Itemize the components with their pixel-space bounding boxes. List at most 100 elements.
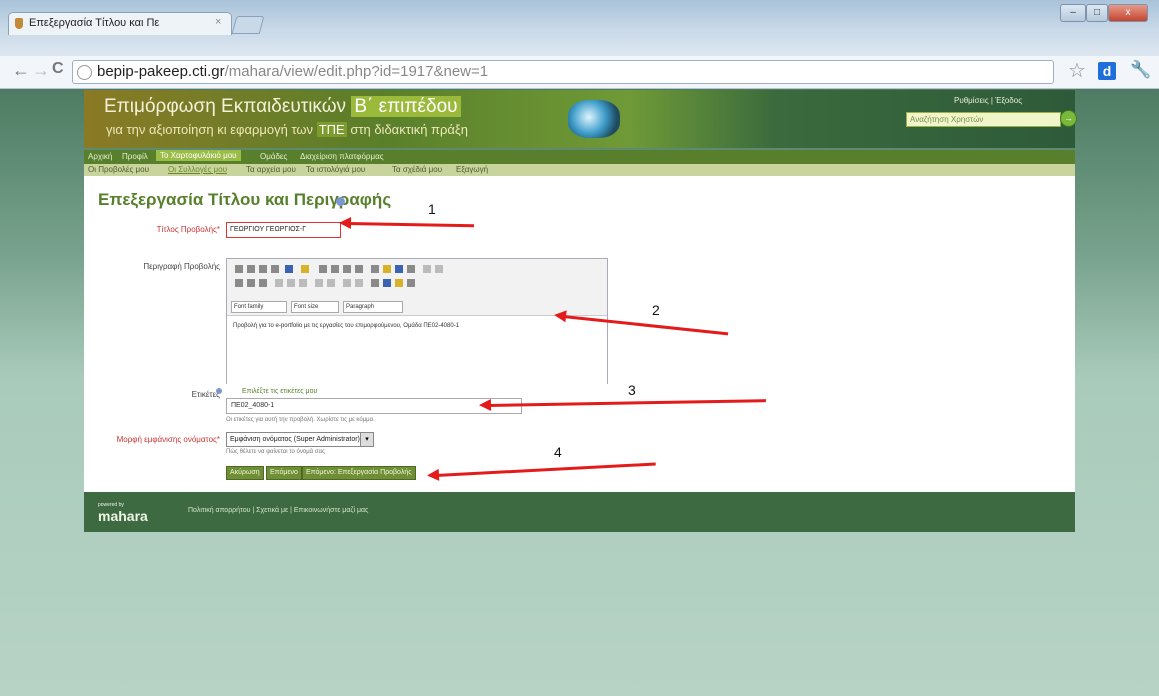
extension-d-icon[interactable]: d	[1098, 62, 1116, 80]
annotation-number-3: 3	[628, 382, 636, 398]
cancel-button[interactable]: Ακύρωση	[226, 466, 264, 480]
address-bar[interactable]: bepip-pakeep.cti.gr/mahara/view/edit.php…	[72, 60, 1054, 84]
font-size-select[interactable]: Font size	[291, 301, 339, 313]
nav-home[interactable]: Αρχική	[88, 152, 112, 161]
charmap-icon[interactable]	[343, 279, 351, 287]
highlight-color-icon[interactable]	[301, 265, 309, 273]
page-title: Επεξεργασία Τίτλου και Περιγραφής	[98, 190, 392, 209]
forward-button[interactable]: →	[32, 60, 50, 81]
description-label: Περιγραφή Προβολής	[143, 262, 220, 271]
close-window-button[interactable]: x	[1108, 4, 1148, 22]
footer-links[interactable]: Πολιτική απορρήτου | Σχετικά με | Επικοι…	[188, 507, 368, 514]
view-title-input[interactable]: ΓΕΩΡΓΙΟΥ ΓΕΩΡΓΙΟΣ-Γ	[226, 222, 341, 238]
site-subtitle-b: ΤΠΕ	[316, 122, 347, 137]
site-subtitle-a: για την αξιοποίηση κι εφαρμογή των	[106, 122, 314, 137]
header-graphic	[568, 100, 620, 138]
nav-portfolio[interactable]: Το Χαρτοφυλάκιό μου	[156, 150, 241, 161]
format-select[interactable]: Paragraph	[343, 301, 403, 313]
tab-close-icon[interactable]: ×	[215, 16, 221, 28]
title-label: Τίτλος Προβολής*	[156, 225, 220, 234]
mahara-logo[interactable]: powered by mahara	[98, 502, 148, 524]
chevron-down-icon[interactable]: ▾	[360, 432, 374, 447]
text-color-icon[interactable]	[285, 265, 293, 273]
site-footer: powered by mahara Πολιτική απορρήτου | Σχ…	[84, 492, 1075, 532]
bullet-list-icon[interactable]	[235, 279, 243, 287]
fullscreen-icon[interactable]	[407, 279, 415, 287]
nav-admin[interactable]: Διαχείριση πλατφόρμας	[300, 152, 384, 161]
choose-tags-link[interactable]: Επιλέξτε τις ετικέτες μου	[242, 388, 317, 395]
media-icon[interactable]	[355, 279, 363, 287]
font-family-select[interactable]: Font family	[231, 301, 287, 313]
new-tab-button[interactable]	[231, 16, 265, 34]
outdent-icon[interactable]	[259, 279, 267, 287]
tags-help-text: Οι ετικέτες για αυτή την προβολή. Χωρίστ…	[226, 417, 375, 423]
justify-icon[interactable]	[355, 265, 363, 273]
editor-content-area[interactable]: Προβολή για το e-portfolio με τις εργασί…	[227, 315, 607, 384]
back-button[interactable]: ←	[12, 60, 30, 81]
underline-icon[interactable]	[259, 265, 267, 273]
site-header: Επιμόρφωση Εκπαιδευτικών Β΄ επιπέδου για…	[84, 90, 1077, 148]
insert-image-icon[interactable]	[383, 265, 391, 273]
insert-link-icon[interactable]	[395, 265, 403, 273]
nav-groups[interactable]: Ομάδες	[260, 152, 287, 161]
sub-nav: Οι Προβολές μου Οι Συλλογές μου Τα αρχεί…	[84, 164, 1075, 176]
minimize-button[interactable]: –	[1060, 4, 1086, 22]
display-name-label: Μορφή εμφάνισης ονόματος*	[116, 435, 220, 444]
user-search-input[interactable]: Αναζήτηση Χρηστών	[906, 112, 1061, 127]
redo-icon[interactable]	[435, 265, 443, 273]
url-path: /mahara/view/edit.php?id=1917&new=1	[224, 63, 489, 80]
strikethrough-icon[interactable]	[271, 265, 279, 273]
editor-toolbar	[231, 263, 601, 301]
annotation-number-4: 4	[554, 444, 562, 460]
next-button[interactable]: Επόμενο	[266, 466, 302, 480]
numbered-list-icon[interactable]	[247, 279, 255, 287]
horizontal-rule-icon[interactable]	[371, 265, 379, 273]
nav-profile[interactable]: Προφίλ	[122, 152, 148, 161]
table-col-icon[interactable]	[299, 279, 307, 287]
site-title: Επιμόρφωση Εκπαιδευτικών Β΄ επιπέδου	[104, 96, 461, 118]
bookmark-star-icon[interactable]: ☆	[1068, 58, 1086, 83]
wrench-menu-icon[interactable]: 🔧	[1130, 60, 1151, 80]
table-row-icon[interactable]	[287, 279, 295, 287]
print-icon[interactable]	[395, 279, 403, 287]
align-left-icon[interactable]	[319, 265, 327, 273]
reload-button[interactable]: C	[52, 60, 64, 78]
subnav-plans[interactable]: Τα σχέδιά μου	[392, 165, 442, 174]
spellcheck-icon[interactable]	[383, 279, 391, 287]
url-host: bepip-pakeep.cti.gr	[97, 63, 225, 80]
tags-input[interactable]: ΠΕ02_4080-1	[226, 398, 522, 414]
description-editor[interactable]: Font family Font size Paragraph Προβολή …	[226, 258, 608, 384]
display-name-help: Πώς θέλετε να φαίνεται το όνομά σας	[226, 449, 325, 455]
subnav-files[interactable]: Τα αρχεία μου	[246, 165, 296, 174]
page-favicon-icon	[15, 18, 23, 29]
align-right-icon[interactable]	[343, 265, 351, 273]
page-info-icon[interactable]	[77, 65, 92, 80]
browser-tab[interactable]: Επεξεργασία Τίτλου και Πε ×	[8, 12, 232, 35]
code-icon[interactable]	[371, 279, 379, 287]
main-content: Επεξεργασία Τίτλου και Περιγραφής Τίτλος…	[84, 176, 1075, 492]
subnav-export[interactable]: Εξαγωγή	[456, 165, 488, 174]
site-title-main: Επιμόρφωση Εκπαιδευτικών	[104, 96, 347, 117]
subnav-collections[interactable]: Οι Συλλογές μου	[168, 165, 227, 174]
maximize-button[interactable]: □	[1086, 4, 1108, 22]
subnav-views[interactable]: Οι Προβολές μου	[88, 165, 149, 174]
tags-help-icon[interactable]	[216, 388, 222, 394]
search-go-button[interactable]: →	[1060, 110, 1077, 127]
cleanup-icon[interactable]	[407, 265, 415, 273]
next-edit-view-button[interactable]: Επόμενο: Επεξεργασία Προβολής	[302, 466, 416, 480]
subscript-icon[interactable]	[315, 279, 323, 287]
main-nav: Αρχική Προφίλ Το Χαρτοφυλάκιό μου Ομάδες…	[84, 150, 1075, 164]
description-text: Προβολή για το e-portfolio με τις εργασί…	[233, 323, 460, 329]
align-center-icon[interactable]	[331, 265, 339, 273]
undo-icon[interactable]	[423, 265, 431, 273]
italic-icon[interactable]	[247, 265, 255, 273]
subnav-blogs[interactable]: Τα ιστολόγιά μου	[306, 165, 365, 174]
site-subtitle-c: στη διδακτική πράξη	[350, 122, 468, 137]
display-name-select[interactable]: Εμφάνιση ονόματος (Super Administrator)	[226, 432, 361, 447]
user-links[interactable]: Ρυθμίσεις | Έξοδος	[954, 96, 1022, 105]
table-icon[interactable]	[275, 279, 283, 287]
bold-icon[interactable]	[235, 265, 243, 273]
superscript-icon[interactable]	[327, 279, 335, 287]
info-icon[interactable]	[336, 197, 345, 206]
tab-title: Επεξεργασία Τίτλου και Πε	[29, 17, 160, 29]
